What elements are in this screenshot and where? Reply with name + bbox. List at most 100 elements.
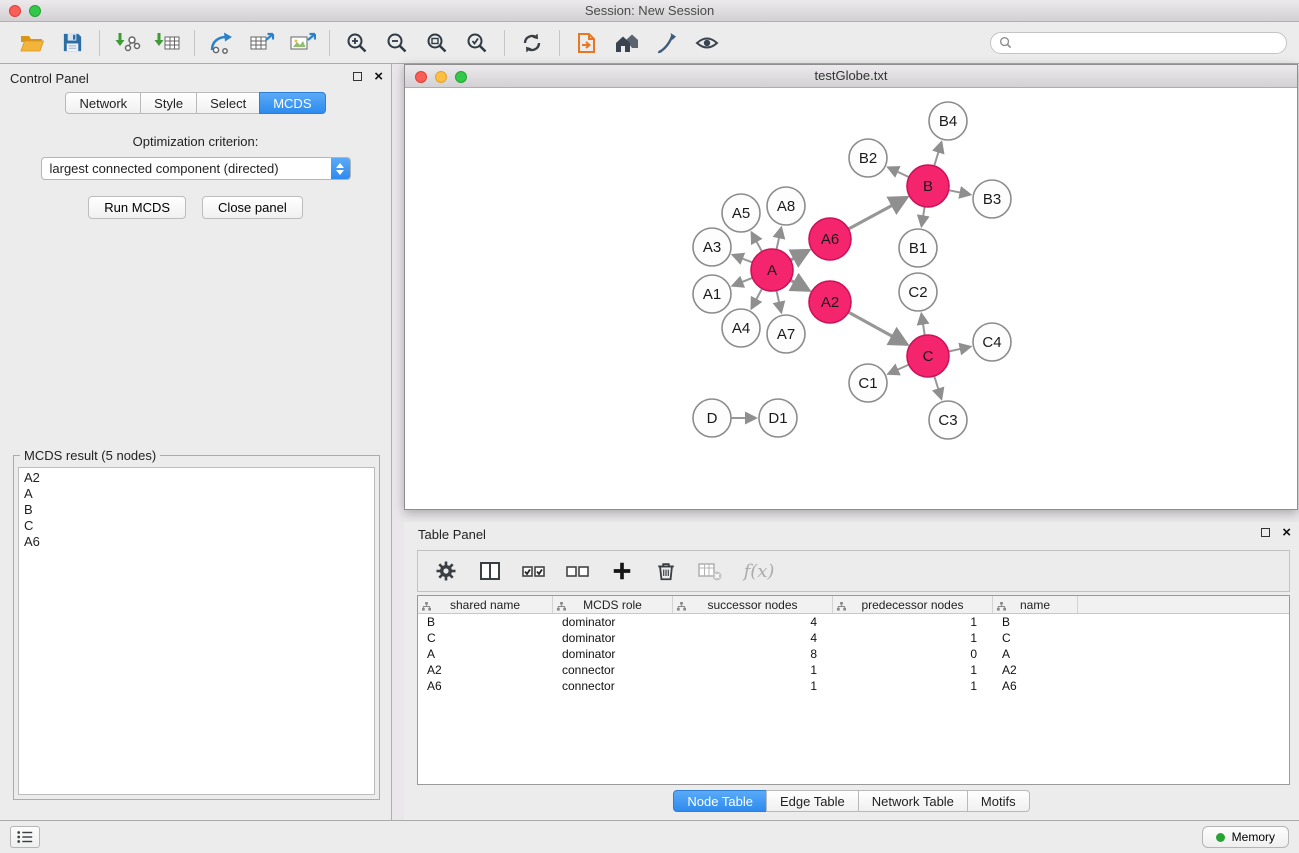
table-cell[interactable]: dominator: [553, 615, 673, 629]
table-cell[interactable]: dominator: [553, 631, 673, 645]
table-cell[interactable]: A: [993, 647, 1078, 661]
export-table-button[interactable]: [242, 26, 282, 60]
node-A4[interactable]: A4: [722, 309, 760, 347]
edge-B-B2[interactable]: [888, 167, 909, 177]
mcds-result-item[interactable]: A2: [21, 470, 372, 486]
show-hide-details-button[interactable]: [687, 26, 727, 60]
table-cell[interactable]: 1: [833, 615, 993, 629]
float-panel-icon[interactable]: [353, 72, 362, 81]
node-C4[interactable]: C4: [973, 323, 1011, 361]
table-cell[interactable]: B: [993, 615, 1078, 629]
export-image-button[interactable]: [282, 26, 322, 60]
mcds-result-list[interactable]: A2ABCA6: [18, 467, 375, 795]
table-cell[interactable]: connector: [553, 679, 673, 693]
table-cell[interactable]: A: [418, 647, 553, 661]
tab-mcds[interactable]: MCDS: [259, 92, 325, 114]
edge-A-A6[interactable]: [791, 250, 809, 260]
import-table-button[interactable]: [147, 26, 187, 60]
table-cell[interactable]: 0: [833, 647, 993, 661]
table-cell[interactable]: 1: [673, 663, 833, 677]
edge-A6-B[interactable]: [848, 197, 906, 229]
zoom-selected-button[interactable]: [457, 26, 497, 60]
optimization-criterion-select[interactable]: largest connected component (directed): [41, 157, 351, 180]
edge-A-A5[interactable]: [752, 232, 762, 251]
node-A5[interactable]: A5: [722, 194, 760, 232]
task-history-button[interactable]: [10, 826, 40, 848]
table-cell[interactable]: A6: [993, 679, 1078, 693]
table-cell[interactable]: 4: [673, 631, 833, 645]
edge-C-C3[interactable]: [934, 376, 941, 399]
show-columns-button[interactable]: [472, 554, 508, 588]
node-A7[interactable]: A7: [767, 315, 805, 353]
edge-C-C2[interactable]: [921, 314, 924, 336]
table-cell[interactable]: A2: [418, 663, 553, 677]
node-B2[interactable]: B2: [849, 139, 887, 177]
tab-edge-table[interactable]: Edge Table: [766, 790, 859, 812]
column-header-mcds-role[interactable]: MCDS role: [553, 596, 673, 613]
node-A1[interactable]: A1: [693, 275, 731, 313]
table-cell[interactable]: 4: [673, 615, 833, 629]
table-row[interactable]: Cdominator41C: [418, 630, 1289, 646]
edge-C-C4[interactable]: [949, 347, 971, 352]
table-cell[interactable]: 8: [673, 647, 833, 661]
close-window-icon[interactable]: [9, 5, 21, 17]
float-panel-icon[interactable]: [1261, 528, 1270, 537]
table-row[interactable]: Bdominator41B: [418, 614, 1289, 630]
table-row[interactable]: A6connector11A6: [418, 678, 1289, 694]
table-cell[interactable]: 1: [673, 679, 833, 693]
apply-layout-button[interactable]: [512, 26, 552, 60]
close-panel-button[interactable]: Close panel: [202, 196, 303, 219]
edge-A-A3[interactable]: [733, 255, 753, 263]
node-B-mcds[interactable]: B: [907, 165, 949, 207]
table-cell[interactable]: 1: [833, 663, 993, 677]
table-row[interactable]: A2connector11A2: [418, 662, 1289, 678]
mcds-result-item[interactable]: B: [21, 502, 372, 518]
tab-network[interactable]: Network: [65, 92, 141, 114]
tab-network-table[interactable]: Network Table: [858, 790, 968, 812]
table-cell[interactable]: A2: [993, 663, 1078, 677]
edge-A-A8[interactable]: [776, 227, 781, 249]
column-header-name[interactable]: name: [993, 596, 1078, 613]
select-all-button[interactable]: [516, 554, 552, 588]
minimize-view-icon[interactable]: [435, 71, 447, 83]
table-cell[interactable]: A6: [418, 679, 553, 693]
node-B3[interactable]: B3: [973, 180, 1011, 218]
add-button[interactable]: [604, 554, 640, 588]
node-D1[interactable]: D1: [759, 399, 797, 437]
zoom-fit-button[interactable]: [417, 26, 457, 60]
edge-B-B1[interactable]: [922, 207, 925, 227]
table-cell[interactable]: dominator: [553, 647, 673, 661]
run-mcds-button[interactable]: Run MCDS: [88, 196, 186, 219]
table-cell[interactable]: connector: [553, 663, 673, 677]
edge-A-A2[interactable]: [790, 280, 809, 290]
node-C2[interactable]: C2: [899, 273, 937, 311]
network-graph[interactable]: B4B2BB3A5A8A6A3B1AC2A1A2A4A7C4CC1DD1C3: [405, 88, 1297, 509]
tab-node-table[interactable]: Node Table: [673, 790, 767, 812]
deselect-all-button[interactable]: [560, 554, 596, 588]
node-A-mcds[interactable]: A: [751, 249, 793, 291]
table-cell[interactable]: C: [993, 631, 1078, 645]
edge-A-A7[interactable]: [776, 291, 781, 313]
table-settings-button[interactable]: [428, 554, 464, 588]
close-panel-icon[interactable]: ×: [1282, 527, 1291, 538]
node-C1[interactable]: C1: [849, 364, 887, 402]
mcds-result-item[interactable]: A6: [21, 534, 372, 550]
edge-A-A1[interactable]: [732, 278, 752, 286]
memory-button[interactable]: Memory: [1202, 826, 1289, 848]
edge-B-B4[interactable]: [934, 142, 941, 166]
search-input[interactable]: [1017, 36, 1278, 50]
node-A8[interactable]: A8: [767, 187, 805, 225]
node-A3[interactable]: A3: [693, 228, 731, 266]
zoom-window-icon[interactable]: [29, 5, 41, 17]
open-session-button[interactable]: [12, 26, 52, 60]
node-A2-mcds[interactable]: A2: [809, 281, 851, 323]
table-cell[interactable]: C: [418, 631, 553, 645]
node-D[interactable]: D: [693, 399, 731, 437]
edge-C-C1[interactable]: [888, 365, 909, 374]
delete-button[interactable]: [648, 554, 684, 588]
node-C-mcds[interactable]: C: [907, 335, 949, 377]
node-A6-mcds[interactable]: A6: [809, 218, 851, 260]
column-header-shared-name[interactable]: shared name: [418, 596, 553, 613]
node-C3[interactable]: C3: [929, 401, 967, 439]
mcds-result-item[interactable]: A: [21, 486, 372, 502]
